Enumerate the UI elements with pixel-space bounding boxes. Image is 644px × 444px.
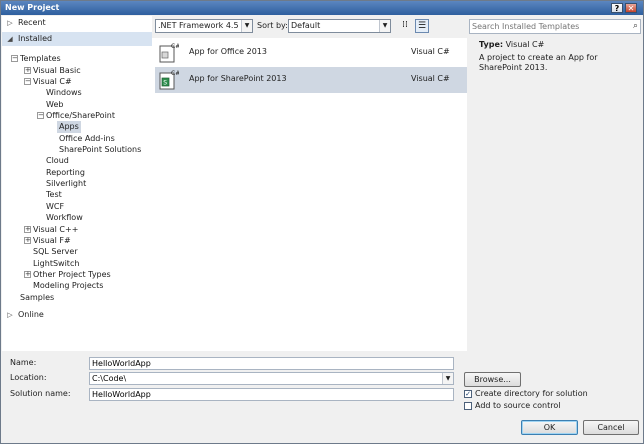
tree-item-templates[interactable]: Templates (20, 53, 61, 65)
template-list-pane: .NET Framework 4.5 ▼ Sort by: Default ▼ … (152, 16, 467, 351)
section-installed[interactable]: ◢ Installed (2, 32, 152, 46)
template-item-office[interactable]: C# App for Office 2013 Visual C# (155, 40, 467, 66)
create-directory-label: Create directory for solution (475, 389, 588, 398)
tree-item-test[interactable]: Test (46, 189, 62, 201)
title-bar: New Project ? ✕ (1, 1, 643, 15)
solution-name-label: Solution name: (10, 389, 71, 398)
template-tree-pane: ▷ Recent ◢ Installed − Templates + Visua… (2, 16, 152, 351)
name-input[interactable] (92, 358, 437, 369)
template-item-sharepoint[interactable]: S C# App for SharePoint 2013 Visual C# (155, 67, 467, 93)
template-details-pane: ⌕ Type: Visual C# A project to create an… (467, 16, 643, 351)
location-label: Location: (10, 373, 47, 382)
tree-item-sharepoint-solutions[interactable]: SharePoint Solutions (59, 144, 141, 156)
tree-item-windows[interactable]: Windows (46, 87, 82, 99)
solution-name-input[interactable] (92, 389, 437, 400)
expand-icon[interactable]: + (24, 226, 31, 233)
collapsed-triangle-icon: ▷ (7, 311, 13, 319)
section-recent-label: Recent (18, 18, 46, 27)
section-online[interactable]: ▷ Online (2, 308, 152, 322)
browse-button[interactable]: Browse... (464, 372, 521, 387)
help-button[interactable]: ? (611, 3, 623, 13)
section-recent[interactable]: ▷ Recent (2, 16, 152, 30)
add-source-control-label: Add to source control (475, 401, 561, 410)
location-input[interactable] (92, 373, 437, 384)
section-online-label: Online (18, 310, 44, 319)
template-language: Visual C# (411, 74, 450, 83)
app-for-sharepoint-icon: S C# (159, 70, 179, 90)
solution-name-field[interactable] (89, 388, 454, 401)
type-row: Type: Visual C# (479, 40, 544, 49)
sort-select[interactable]: Default ▼ (288, 19, 391, 33)
search-box[interactable]: ⌕ (469, 19, 641, 34)
create-directory-checkbox[interactable]: ✓ (464, 390, 472, 398)
template-name: App for SharePoint 2013 (189, 74, 287, 83)
svg-text:C#: C# (171, 43, 179, 50)
small-icons-view-button[interactable]: ⁞⁞ (398, 19, 412, 33)
tree-item-cloud[interactable]: Cloud (46, 155, 69, 167)
framework-select[interactable]: .NET Framework 4.5 ▼ (155, 19, 253, 33)
tree-item-apps[interactable]: Apps (57, 121, 81, 133)
dropdown-arrow-icon: ▼ (241, 20, 252, 32)
tree-item-workflow[interactable]: Workflow (46, 212, 83, 224)
dropdown-arrow-icon[interactable]: ▼ (442, 373, 453, 384)
svg-text:C#: C# (171, 70, 179, 77)
collapse-icon[interactable]: − (24, 78, 31, 85)
list-view-button[interactable]: ☰ (415, 19, 429, 33)
expand-icon[interactable]: + (24, 67, 31, 74)
ok-button[interactable]: OK (521, 420, 578, 435)
app-for-office-icon: C# (159, 43, 179, 63)
tree-item-sql-server[interactable]: SQL Server (33, 246, 78, 258)
section-installed-label: Installed (18, 34, 53, 43)
expand-icon[interactable]: + (24, 237, 31, 244)
grid-view-icon: ⁞⁞ (402, 20, 408, 30)
add-source-control-checkbox[interactable] (464, 402, 472, 410)
new-project-dialog: New Project ? ✕ ▷ Recent ◢ Installed − T… (0, 0, 644, 444)
collapse-icon[interactable]: − (11, 55, 18, 62)
expand-icon[interactable]: + (24, 271, 31, 278)
template-toolbar: .NET Framework 4.5 ▼ Sort by: Default ▼ … (152, 16, 467, 38)
type-label: Type: (479, 40, 504, 49)
dropdown-arrow-icon: ▼ (379, 20, 390, 32)
framework-value: .NET Framework 4.5 (158, 21, 239, 30)
template-name: App for Office 2013 (189, 47, 267, 56)
name-field[interactable] (89, 357, 454, 370)
template-description: A project to create an App for SharePoin… (479, 53, 598, 72)
tree-item-modeling-projects[interactable]: Modeling Projects (33, 280, 103, 292)
close-button[interactable]: ✕ (625, 3, 637, 13)
expanded-triangle-icon: ◢ (7, 35, 13, 43)
window-title: New Project (5, 3, 60, 12)
sort-value: Default (291, 21, 321, 30)
name-label: Name: (10, 358, 37, 367)
svg-text:S: S (163, 80, 167, 87)
location-field[interactable]: ▼ (89, 372, 454, 385)
list-view-icon: ☰ (417, 21, 427, 31)
search-icon[interactable]: ⌕ (633, 20, 638, 33)
template-language: Visual C# (411, 47, 450, 56)
collapse-icon[interactable]: − (37, 112, 44, 119)
collapsed-triangle-icon: ▷ (7, 19, 13, 27)
tree-item-samples[interactable]: Samples (20, 292, 54, 304)
search-input[interactable] (472, 20, 620, 33)
type-value: Visual C# (505, 40, 545, 49)
sort-label: Sort by: (257, 21, 288, 30)
cancel-button[interactable]: Cancel (583, 420, 639, 435)
